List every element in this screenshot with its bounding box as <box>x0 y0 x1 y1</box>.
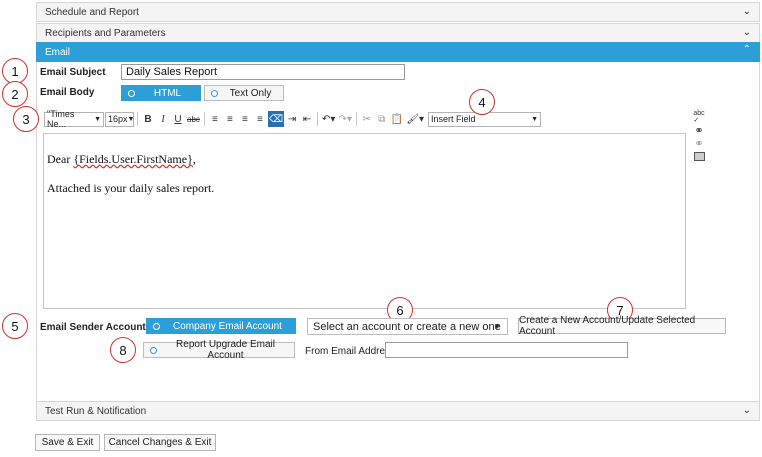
email-body-editor[interactable]: Dear {Fields.User.FirstName}, Attached i… <box>43 133 686 309</box>
copy-icon[interactable]: ⧉ <box>375 111 389 127</box>
chevron-down-icon: ⌄ <box>742 27 751 38</box>
underline-icon[interactable]: U <box>171 111 185 127</box>
redo-icon[interactable]: ↷▾ <box>337 111 352 127</box>
chevron-down-icon: ▼ <box>493 322 501 331</box>
callout-5: 5 <box>2 313 28 339</box>
toolbar-divider <box>355 112 357 126</box>
section-recipients-label: Recipients and Parameters <box>45 27 166 39</box>
chevron-down-icon: ⌄ <box>742 405 751 416</box>
format-painter-icon[interactable]: 🖌▾ <box>405 111 425 127</box>
section-test-run-header[interactable]: Test Run & Notification ⌄ <box>36 401 760 421</box>
section-email-label: Email <box>45 46 71 58</box>
align-left-icon[interactable]: ≡ <box>208 111 222 127</box>
undo-icon[interactable]: ↶▾ <box>321 111 336 127</box>
email-body-label: Email Body <box>40 87 95 98</box>
callout-3: 3 <box>13 106 39 132</box>
spellcheck-icon[interactable]: abc ✓ <box>693 110 704 124</box>
email-body-text-option[interactable]: Text Only <box>204 85 284 101</box>
chevron-down-icon: ⌄ <box>742 6 751 17</box>
toolbar-divider <box>203 112 205 126</box>
image-icon[interactable] <box>693 152 705 161</box>
align-right-icon[interactable]: ≡ <box>238 111 252 127</box>
unlink-icon[interactable]: ⚭ <box>694 139 703 150</box>
section-test-run-label: Test Run & Notification <box>45 405 147 417</box>
font-family-select[interactable]: "Times Ne... ▼ <box>44 109 104 129</box>
radio-unselected-icon <box>150 346 157 354</box>
chevron-up-icon: ⌃ <box>742 44 751 55</box>
font-size-select[interactable]: 16px ▼ <box>105 111 134 127</box>
bold-icon[interactable]: B <box>141 111 155 127</box>
paste-icon[interactable]: 📋 <box>390 111 404 127</box>
save-exit-button[interactable]: Save & Exit <box>35 434 100 451</box>
create-update-account-button[interactable]: Create a New Account/Update Selected Acc… <box>518 315 726 337</box>
editor-line-1: Dear {Fields.User.FirstName}, <box>47 152 196 166</box>
clear-format-icon[interactable]: ⌫ <box>267 111 285 127</box>
section-schedule-label: Schedule and Report <box>45 6 139 18</box>
toolbar-divider <box>317 112 319 126</box>
section-email-header[interactable]: Email ⌃ <box>36 42 760 62</box>
section-recipients-header[interactable]: Recipients and Parameters ⌄ <box>36 23 760 43</box>
report-upgrade-account-option[interactable]: Report Upgrade Email Account <box>143 339 295 361</box>
from-email-label: From Email Address <box>305 346 396 357</box>
radio-selected-icon <box>153 322 160 330</box>
indent-icon[interactable]: ⇥ <box>285 111 299 127</box>
callout-2: 2 <box>2 81 28 107</box>
email-body-html-option[interactable]: HTML <box>121 85 201 101</box>
italic-icon[interactable]: I <box>156 111 170 127</box>
radio-unselected-icon <box>211 89 218 97</box>
strikethrough-icon[interactable]: abc <box>186 111 201 127</box>
email-subject-input[interactable]: Daily Sales Report <box>121 64 405 80</box>
account-select[interactable]: Select an account or create a new one ▼ <box>307 318 508 335</box>
link-icon[interactable]: ⚭ <box>694 126 703 137</box>
radio-selected-icon <box>128 89 135 97</box>
company-email-account-option[interactable]: Company Email Account <box>146 318 296 334</box>
callout-4: 4 <box>469 89 495 115</box>
from-email-input[interactable] <box>385 342 628 358</box>
editor-toolbar: "Times Ne... ▼ 16px ▼ B I U abc ≡ ≡ ≡ ≡ ⌫ … <box>44 109 688 129</box>
section-schedule-header[interactable]: Schedule and Report ⌄ <box>36 2 760 22</box>
editor-side-tools: abc ✓ ⚭ ⚭ <box>690 110 708 170</box>
callout-8: 8 <box>110 337 136 363</box>
email-subject-label: Email Subject <box>40 67 106 78</box>
editor-line-2: Attached is your daily sales report. <box>47 181 215 195</box>
align-center-icon[interactable]: ≡ <box>223 111 237 127</box>
align-justify-icon[interactable]: ≡ <box>253 111 267 127</box>
toolbar-divider <box>137 112 138 126</box>
outdent-icon[interactable]: ⇤ <box>300 111 314 127</box>
cut-icon[interactable]: ✂ <box>360 111 374 127</box>
email-sender-label: Email Sender Account <box>40 322 146 333</box>
cancel-exit-button[interactable]: Cancel Changes & Exit <box>104 434 216 451</box>
